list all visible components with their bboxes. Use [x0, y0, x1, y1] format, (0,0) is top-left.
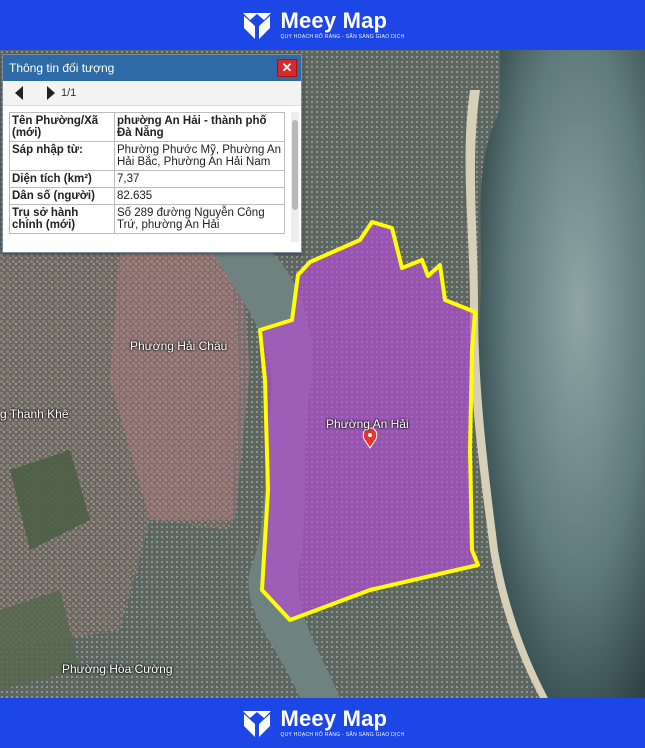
row-key: Trụ sở hành chính (mới) — [9, 204, 115, 234]
popup-body[interactable]: Tên Phường/Xã (mới) phường An Hải - thàn… — [3, 106, 301, 250]
popup-header: Thông tin đối tượng ✕ — [3, 55, 301, 81]
pager-count: 1/1 — [61, 87, 77, 99]
row-value: phường An Hải - thành phố Đà Nẵng — [114, 112, 285, 142]
info-table: Tên Phường/Xã (mới) phường An Hải - thàn… — [9, 112, 285, 234]
popup-title: Thông tin đối tượng — [9, 61, 115, 75]
scroll-thumb[interactable] — [292, 120, 298, 210]
table-row: Diện tích (km²) 7,37 — [9, 170, 285, 188]
brand-name: Meey Map — [280, 706, 388, 731]
table-row: Tên Phường/Xã (mới) phường An Hải - thàn… — [9, 112, 285, 142]
top-banner: Meey Map QUY HOẠCH RÕ RÀNG - SẴN SÀNG GI… — [0, 0, 645, 50]
row-key: Sáp nhập từ: — [9, 141, 115, 171]
table-row: Trụ sở hành chính (mới) Số 289 đường Ngu… — [9, 204, 285, 234]
popup-scrollbar[interactable] — [291, 112, 299, 242]
row-value: 7,37 — [114, 170, 285, 188]
table-row: Dân số (người) 82.635 — [9, 187, 285, 205]
label-thanh-khe: g Thanh Khê — [0, 407, 69, 421]
row-key: Dân số (người) — [9, 187, 115, 205]
row-value: Số 289 đường Nguyễn Công Trứ, phường An … — [114, 204, 285, 234]
meey-logo-icon — [243, 13, 272, 39]
close-button[interactable]: ✕ — [277, 59, 297, 77]
label-an-hai: Phường An Hải — [326, 417, 409, 431]
prev-arrow-icon[interactable] — [15, 86, 23, 100]
next-arrow-icon[interactable] — [47, 86, 55, 100]
brand-logo: Meey Map QUY HOẠCH RÕ RÀNG - SẴN SÀNG GI… — [240, 706, 404, 740]
close-icon: ✕ — [281, 60, 293, 75]
table-row: Sáp nhập từ: Phường Phước Mỹ, Phường An … — [9, 141, 285, 171]
meey-logo-icon — [243, 711, 272, 737]
label-hai-chau: Phường Hải Châu — [130, 339, 228, 353]
row-value: Phường Phước Mỹ, Phường An Hải Bắc, Phườ… — [114, 141, 285, 171]
popup-pager: 1/1 — [3, 81, 301, 106]
brand-tagline: QUY HOẠCH RÕ RÀNG - SẴN SÀNG GIAO DỊCH — [280, 732, 405, 738]
info-popup: Thông tin đối tượng ✕ 1/1 Tên Phường/Xã … — [2, 54, 302, 253]
row-key: Tên Phường/Xã (mới) — [9, 112, 115, 142]
bottom-banner: Meey Map QUY HOẠCH RÕ RÀNG - SẴN SÀNG GI… — [0, 698, 645, 748]
row-value: 82.635 — [114, 187, 285, 205]
row-key: Diện tích (km²) — [9, 170, 115, 188]
brand-name: Meey Map — [280, 8, 388, 33]
brand-tagline: QUY HOẠCH RÕ RÀNG - SẴN SÀNG GIAO DỊCH — [280, 34, 405, 40]
label-hoa-cuong: Phường Hòa Cường — [62, 662, 173, 676]
brand-logo: Meey Map QUY HOẠCH RÕ RÀNG - SẴN SÀNG GI… — [240, 8, 404, 42]
